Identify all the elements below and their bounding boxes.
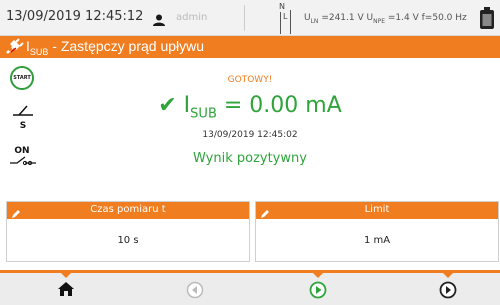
indicator-n: N bbox=[279, 2, 285, 11]
param-card-time[interactable]: Czas pomiaru t 10 s bbox=[6, 201, 250, 262]
next-icon bbox=[439, 281, 457, 299]
upe-sub: NPE bbox=[373, 17, 386, 25]
start-test-button[interactable] bbox=[303, 273, 333, 302]
result-timestamp: 13/09/2019 12:45:02 bbox=[202, 130, 298, 140]
param-card-header: Czas pomiaru t bbox=[7, 202, 249, 219]
user-name: admin bbox=[176, 12, 208, 23]
notch-indicator bbox=[313, 273, 323, 278]
param-value: 1 mA bbox=[363, 235, 391, 246]
param-value: 10 s bbox=[117, 235, 139, 246]
plug-icon bbox=[4, 38, 24, 60]
check-icon: ✔ bbox=[158, 93, 177, 118]
param-label: Limit bbox=[364, 204, 390, 215]
title-bar: ISUB - Zastępczy prąd upływu bbox=[0, 36, 500, 58]
home-button[interactable] bbox=[51, 273, 81, 302]
notch-indicator bbox=[61, 273, 71, 278]
indicator-l: L bbox=[283, 12, 288, 21]
status-measurements: ULN =241.1 V UNPE =1.4 V f=50.0 Hz bbox=[304, 13, 467, 25]
uln-value: =241.1 V bbox=[321, 13, 364, 23]
title-text: - Zastępczy prąd upływu bbox=[48, 38, 205, 54]
bottom-toolbar bbox=[0, 270, 500, 305]
uln-label: U bbox=[304, 13, 311, 23]
param-card-header: Limit bbox=[256, 202, 498, 219]
result-verdict: Wynik pozytywny bbox=[193, 151, 307, 166]
frequency-value: f=50.0 Hz bbox=[421, 13, 467, 23]
param-label: Czas pomiaru t bbox=[90, 204, 166, 215]
result-value-text: = 0.00 mA bbox=[216, 93, 342, 118]
status-ready: GOTOWY! bbox=[227, 75, 273, 85]
notch-indicator bbox=[443, 273, 453, 278]
battery-icon bbox=[479, 7, 495, 33]
result-symbol-sub: SUB bbox=[190, 106, 217, 122]
result-value: ✔ ISUB = 0.00 mA bbox=[0, 93, 500, 121]
page-title: ISUB - Zastępczy prąd upływu bbox=[26, 38, 204, 57]
play-icon bbox=[309, 281, 327, 299]
status-divider bbox=[244, 5, 245, 31]
uln-sub: LN bbox=[310, 17, 319, 25]
indicator-bar-n bbox=[280, 12, 281, 34]
nl-indicator: N L bbox=[279, 2, 299, 34]
previous-icon bbox=[186, 281, 204, 299]
title-sub: SUB bbox=[29, 46, 49, 57]
user-icon[interactable] bbox=[152, 11, 166, 30]
indicator-bar-l bbox=[290, 10, 291, 34]
upe-value: =1.4 V bbox=[387, 13, 419, 23]
status-datetime: 13/09/2019 12:45:12 bbox=[6, 9, 144, 24]
previous-button[interactable] bbox=[180, 276, 210, 302]
next-button[interactable] bbox=[433, 273, 463, 302]
switch-s-label: S bbox=[20, 121, 26, 129]
home-icon bbox=[58, 282, 74, 296]
status-bar: 13/09/2019 12:45:12 admin N L ULN =241.1… bbox=[0, 0, 500, 36]
param-card-limit[interactable]: Limit 1 mA bbox=[255, 201, 499, 262]
